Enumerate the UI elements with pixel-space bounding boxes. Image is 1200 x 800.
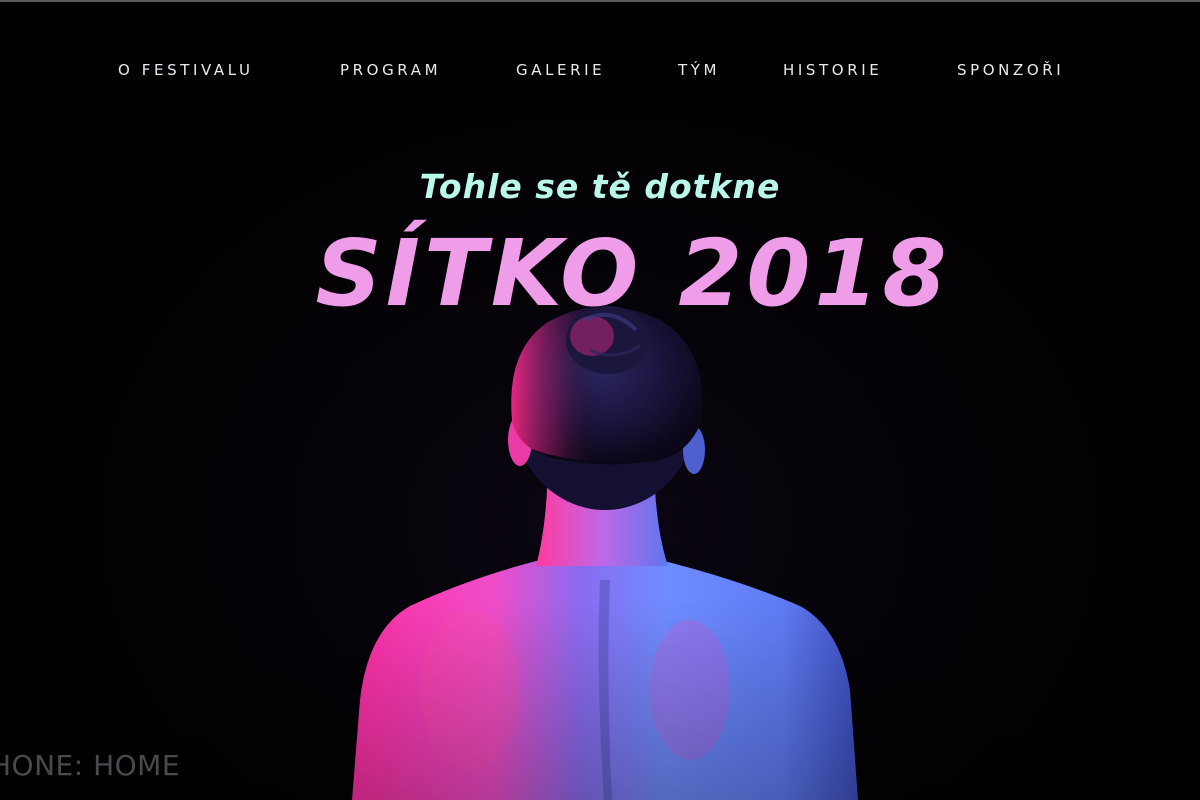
nav-item-galerie[interactable]: GALERIE bbox=[516, 58, 605, 82]
nav-item-sponzori[interactable]: SPONZOŘI bbox=[957, 58, 1064, 82]
main-nav: O FESTIVALU PROGRAM GALERIE TÝM HISTORIE… bbox=[0, 58, 1200, 82]
watermark-text: HONE: HOME bbox=[0, 749, 181, 782]
nav-item-program[interactable]: PROGRAM bbox=[340, 58, 441, 82]
hero-tagline: Tohle se tě dotkne bbox=[419, 167, 781, 206]
hero-title: SÍTKO 2018 bbox=[315, 220, 951, 327]
hero-photo bbox=[0, 306, 1200, 800]
nav-item-historie[interactable]: HISTORIE bbox=[783, 58, 882, 82]
nav-item-tym[interactable]: TÝM bbox=[678, 58, 720, 82]
page: O FESTIVALU PROGRAM GALERIE TÝM HISTORIE… bbox=[0, 0, 1200, 800]
nav-item-o-festivalu[interactable]: O FESTIVALU bbox=[118, 58, 254, 82]
